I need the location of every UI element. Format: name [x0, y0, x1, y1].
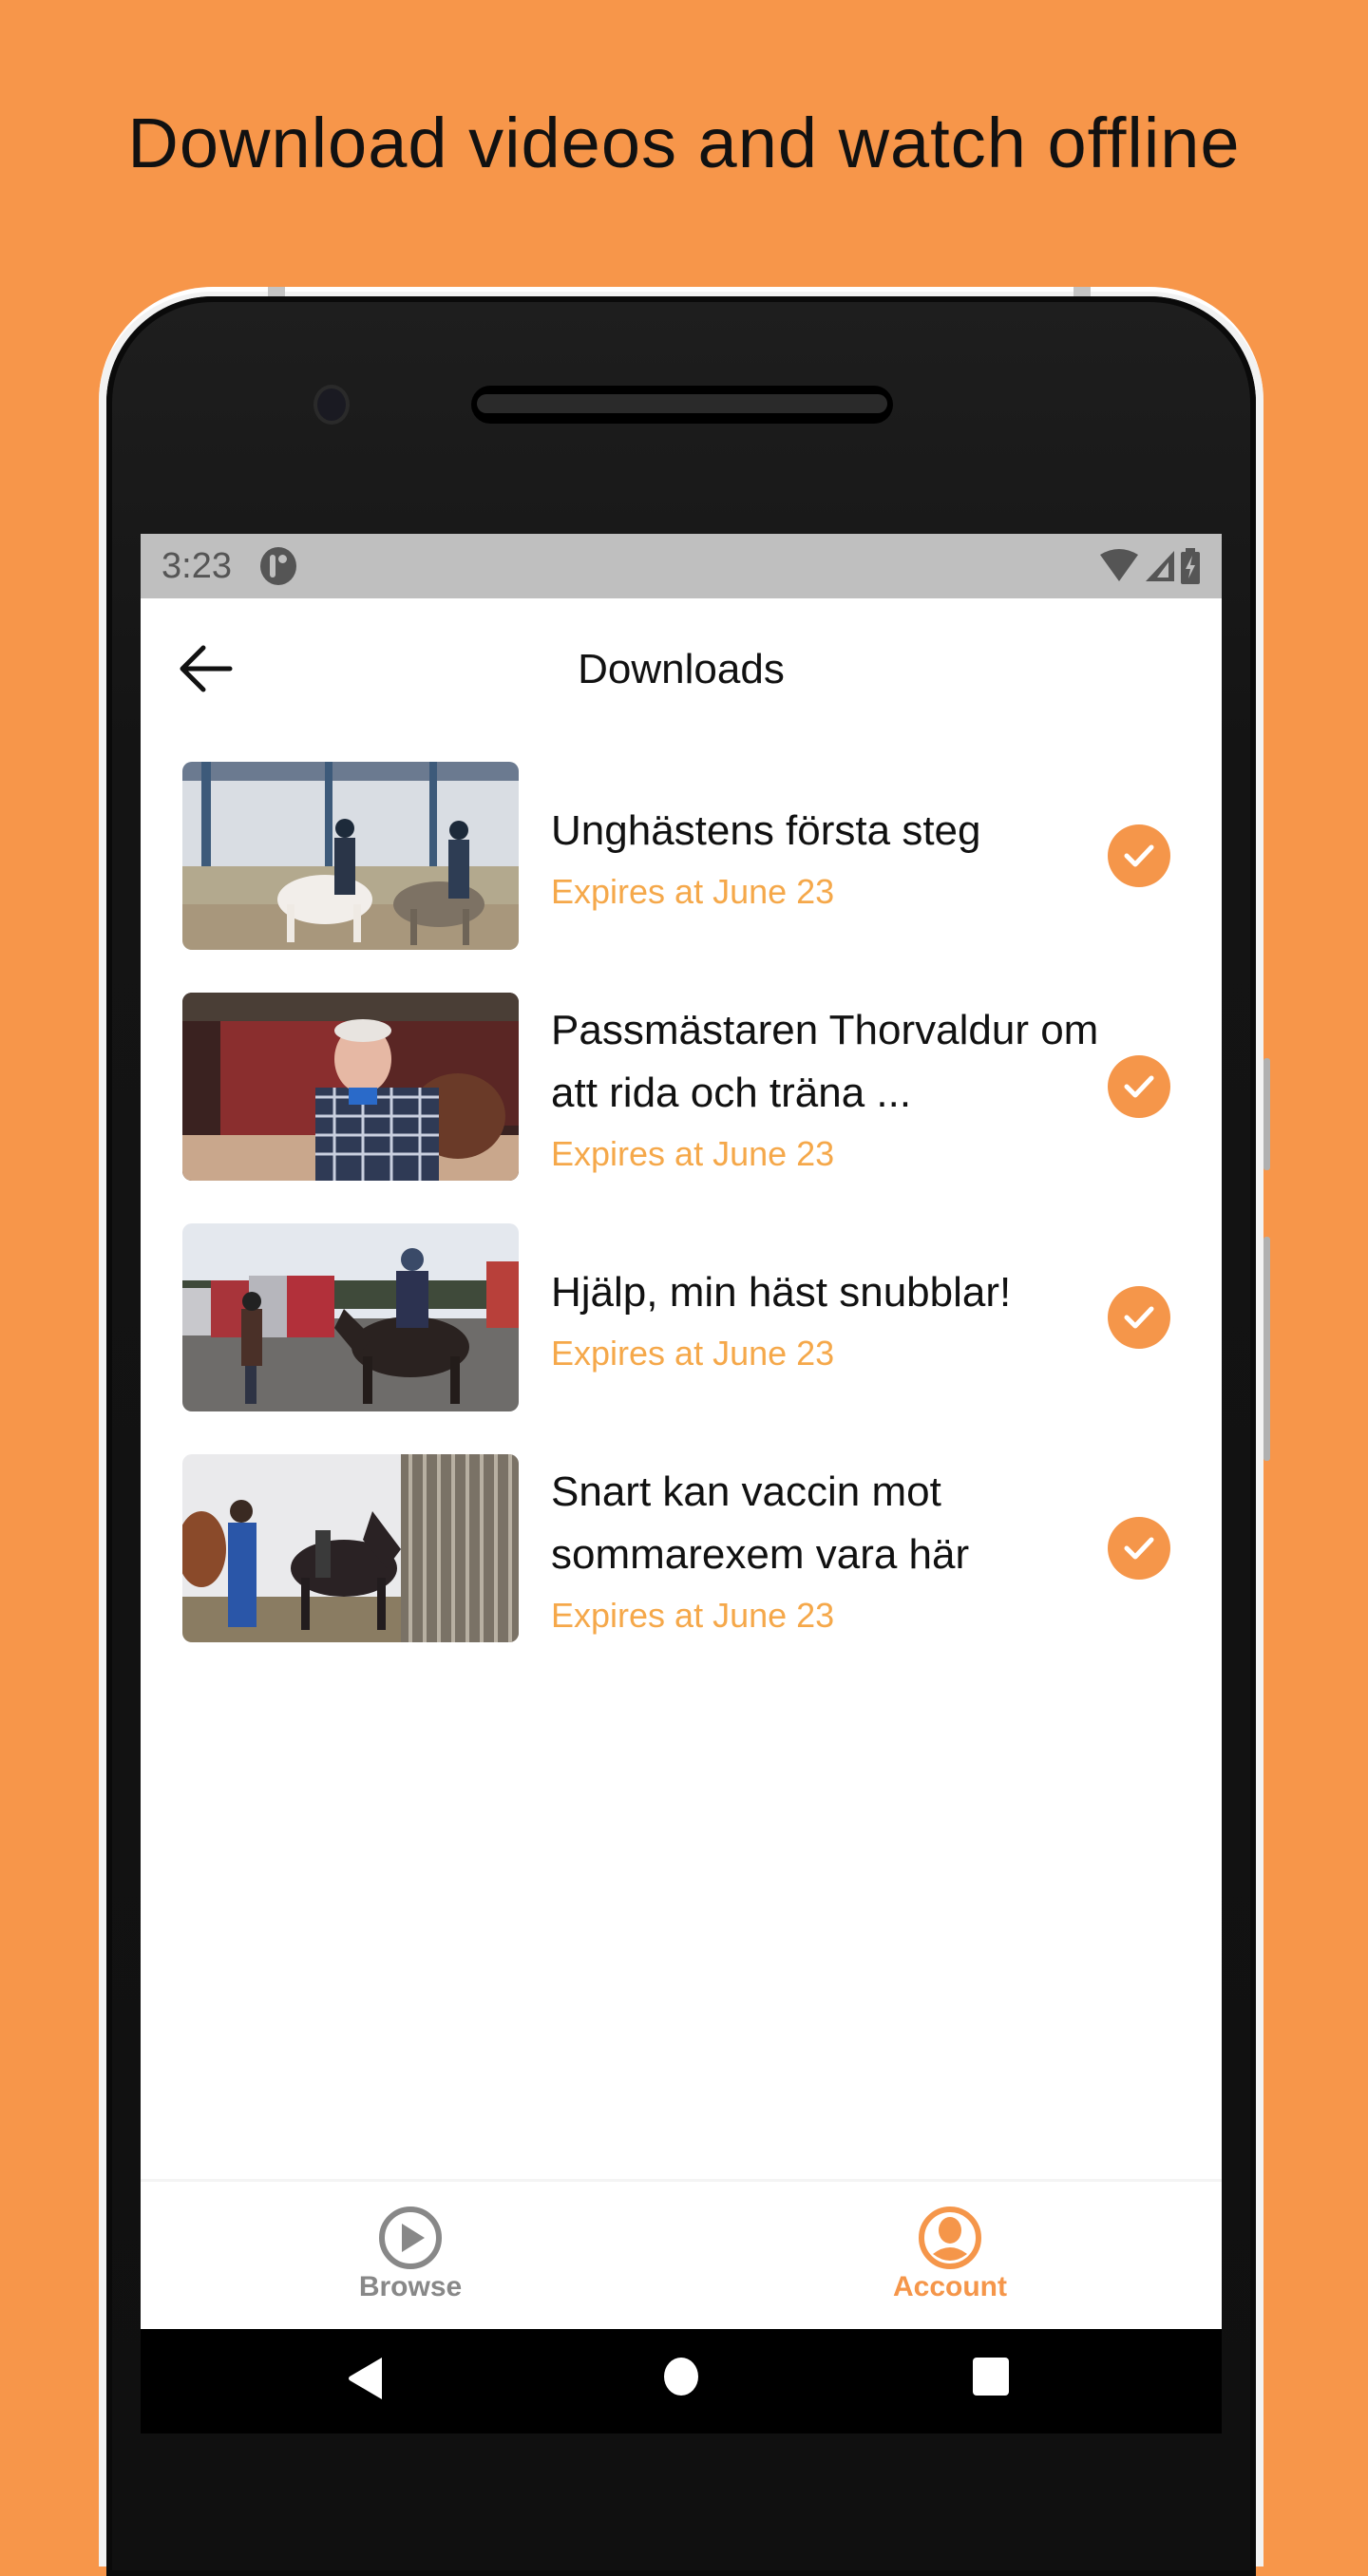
thumbnail-image-yard [182, 1223, 519, 1411]
check-circle-icon[interactable] [1108, 824, 1170, 887]
phone-power-button [1264, 1058, 1270, 1170]
downloads-list: Unghästens första steg Expires at June 2… [141, 762, 1222, 1685]
check-circle-icon[interactable] [1108, 1517, 1170, 1580]
expiry-text: Expires at June 23 [551, 1134, 835, 1173]
phone-top-button-right [1074, 287, 1091, 296]
item-text[interactable]: Unghästens första steg Expires at June 2… [551, 762, 1102, 950]
status-icons [1098, 548, 1201, 584]
expiry-text: Expires at June 23 [551, 1596, 835, 1635]
thumbnail-image-stable [182, 993, 519, 1181]
app-notification-icon [259, 547, 296, 585]
item-text[interactable]: Passmästaren Thorvaldur om att rida och … [551, 993, 1102, 1181]
recents-square-icon[interactable] [971, 2356, 1011, 2397]
checkmark-icon [1124, 1306, 1154, 1329]
promo-headline: Download videos and watch offline [127, 104, 1241, 182]
checkmark-icon [1124, 844, 1154, 867]
video-title: Snart kan vaccin mot sommarexem vara här [551, 1468, 970, 1578]
video-title: Passmästaren Thorvaldur om att rida och … [551, 1007, 1099, 1116]
phone-screen: 3:23 Downloads Unghästens första steg Ex… [141, 534, 1222, 2434]
signal-icon [1146, 551, 1174, 581]
nav-item-account[interactable]: Account [855, 2205, 1045, 2303]
download-item[interactable]: Passmästaren Thorvaldur om att rida och … [141, 993, 1222, 1223]
wifi-icon [1100, 549, 1138, 581]
video-title: Unghästens första steg [551, 807, 981, 854]
video-thumbnail[interactable] [182, 1454, 519, 1642]
video-title: Hjälp, min häst snubblar! [551, 1269, 1012, 1316]
front-camera [314, 385, 350, 425]
expiry-text: Expires at June 23 [551, 872, 835, 911]
check-circle-icon[interactable] [1108, 1055, 1170, 1118]
back-triangle-icon[interactable] [346, 2356, 386, 2401]
check-circle-icon[interactable] [1108, 1286, 1170, 1349]
nav-label-account: Account [893, 2271, 1007, 2302]
video-thumbnail[interactable] [182, 762, 519, 950]
battery-charging-icon [1181, 548, 1200, 584]
bottom-nav: Browse Account [141, 2179, 1222, 2329]
nav-label-browse: Browse [358, 2271, 463, 2302]
account-circle-icon [919, 2207, 981, 2269]
earpiece-speaker [471, 386, 893, 424]
item-text[interactable]: Snart kan vaccin mot sommarexem vara här… [551, 1454, 1102, 1642]
nav-item-browse[interactable]: Browse [315, 2205, 505, 2303]
page-title: Downloads [578, 646, 785, 692]
home-circle-icon[interactable] [661, 2356, 701, 2397]
download-item[interactable]: Snart kan vaccin mot sommarexem vara här… [141, 1454, 1222, 1685]
system-nav-bar [141, 2329, 1222, 2434]
video-thumbnail[interactable] [182, 993, 519, 1181]
status-time: 3:23 [162, 545, 232, 586]
expiry-text: Expires at June 23 [551, 1334, 835, 1373]
video-thumbnail[interactable] [182, 1223, 519, 1411]
download-item[interactable]: Unghästens första steg Expires at June 2… [141, 762, 1222, 993]
download-item[interactable]: Hjälp, min häst snubblar! Expires at Jun… [141, 1223, 1222, 1454]
thumbnail-image-arena [182, 762, 519, 950]
play-circle-icon [379, 2207, 442, 2269]
thumbnail-image-trailer [182, 1454, 519, 1642]
item-text[interactable]: Hjälp, min häst snubblar! Expires at Jun… [551, 1223, 1102, 1411]
checkmark-icon [1124, 1537, 1154, 1560]
phone-top-button-left [268, 287, 285, 296]
checkmark-icon [1124, 1075, 1154, 1098]
app-bar: Downloads [141, 598, 1222, 747]
status-bar: 3:23 [141, 534, 1222, 598]
phone-volume-button [1264, 1237, 1270, 1461]
